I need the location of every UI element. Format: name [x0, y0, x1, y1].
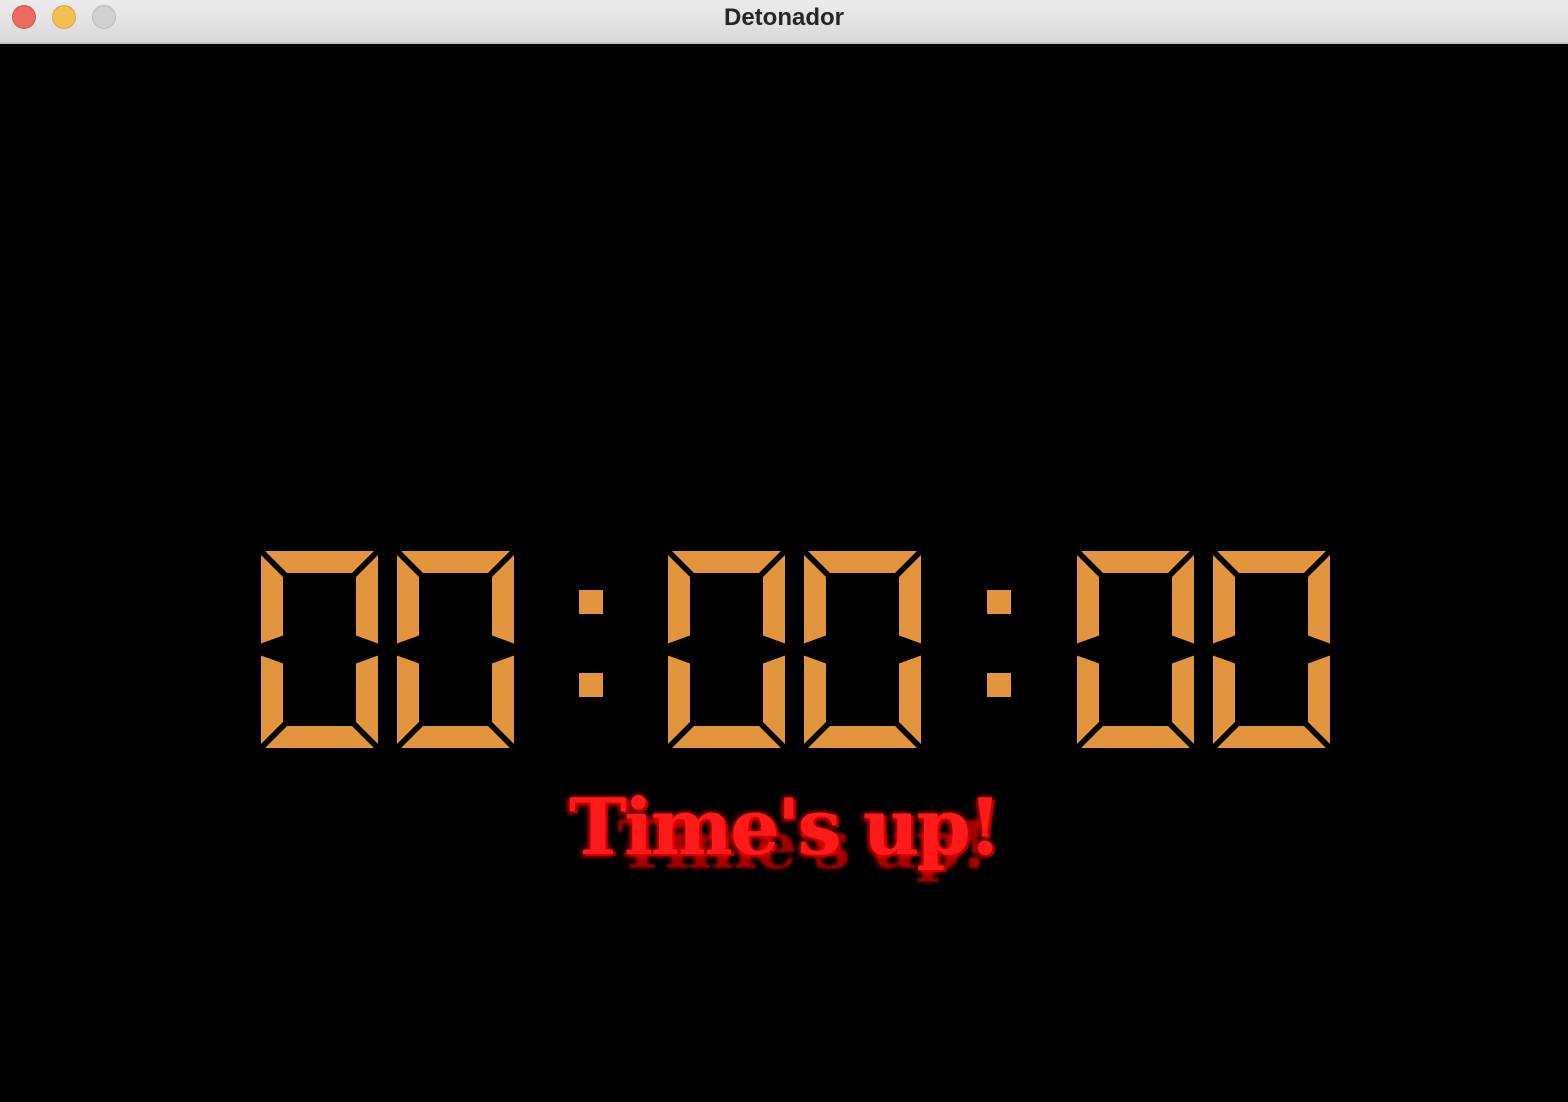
digit-segment-a [265, 551, 374, 573]
digit-segment-d [1081, 726, 1190, 748]
title-bar[interactable]: Detonador [0, 0, 1568, 44]
digit-segment-a [1081, 551, 1190, 573]
countdown-display [261, 551, 1330, 748]
digit-segment-d [808, 726, 917, 748]
colon-dot [579, 673, 603, 697]
digit-segment-b [1172, 555, 1194, 644]
digit-segment-d [672, 726, 781, 748]
colon-dot [987, 590, 1011, 614]
digit-segment-b [492, 555, 514, 644]
digit-segment-d [401, 726, 510, 748]
digit-segment-e [397, 655, 419, 744]
digit-segment-f [1213, 555, 1235, 644]
digit-segment-e [804, 655, 826, 744]
digit-segment-f [397, 555, 419, 644]
digit-segment-c [899, 655, 921, 744]
digit-segment-e [261, 655, 283, 744]
timer-digit [804, 551, 921, 748]
digit-segment-b [356, 555, 378, 644]
colon-dot [579, 590, 603, 614]
digit-segment-b [1308, 555, 1330, 644]
digit-segment-f [804, 555, 826, 644]
digit-segment-f [261, 555, 283, 644]
digit-segment-d [265, 726, 374, 748]
digit-segment-d [1217, 726, 1326, 748]
digit-segment-c [1308, 655, 1330, 744]
digit-segment-a [808, 551, 917, 573]
digit-segment-a [401, 551, 510, 573]
times-up-message: Time's up! [568, 782, 1002, 873]
app-window: Detonador 00 00 00 Time's up! Time's up! [0, 0, 1568, 1102]
digit-segment-b [763, 555, 785, 644]
timer-canvas: 00 00 00 Time's up! Time's up! [0, 46, 1568, 1102]
digit-segment-c [1172, 655, 1194, 744]
timer-digit [1213, 551, 1330, 748]
timer-digit [397, 551, 514, 748]
digit-segment-a [672, 551, 781, 573]
digit-segment-a [1217, 551, 1326, 573]
digit-segment-f [668, 555, 690, 644]
timer-digit [1077, 551, 1194, 748]
digit-segment-e [1213, 655, 1235, 744]
digit-segment-e [668, 655, 690, 744]
digit-segment-e [1077, 655, 1099, 744]
digit-segment-f [1077, 555, 1099, 644]
digit-segment-c [356, 655, 378, 744]
timer-digit [668, 551, 785, 748]
digit-segment-c [492, 655, 514, 744]
digit-segment-b [899, 555, 921, 644]
digit-segment-c [763, 655, 785, 744]
window-title: Detonador [724, 4, 844, 31]
colon-dot [987, 673, 1011, 697]
timer-digit [261, 551, 378, 748]
